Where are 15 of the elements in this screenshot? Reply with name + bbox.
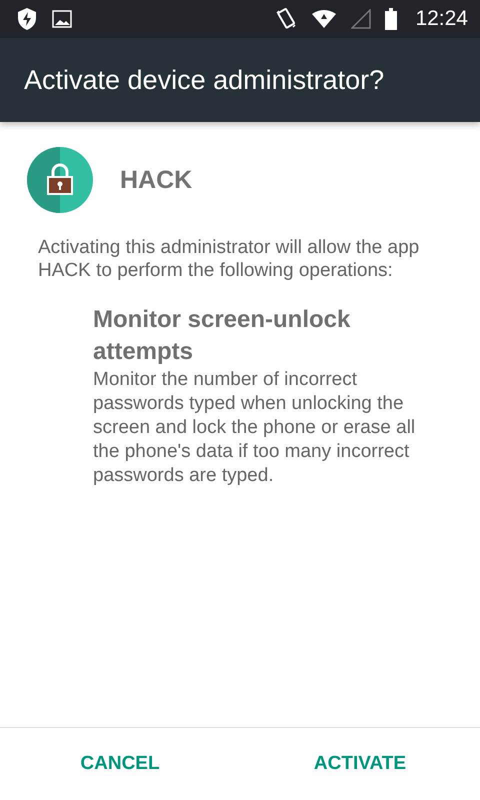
policy-title: Monitor screen-unlock attempts bbox=[93, 305, 352, 367]
clock-time: 12:24 bbox=[415, 7, 468, 31]
battery-icon bbox=[385, 8, 398, 30]
description-text: Activating this administrator will allow the app HACK to perform the following operations: bbox=[38, 236, 420, 282]
shield-icon bbox=[16, 7, 38, 31]
app-name: HACK bbox=[120, 166, 192, 194]
lock-icon bbox=[26, 146, 94, 214]
vibrate-icon bbox=[275, 7, 298, 31]
dialog-title: Activate device administrator? bbox=[24, 64, 384, 96]
wifi-icon bbox=[311, 9, 338, 29]
image-icon bbox=[52, 10, 72, 28]
cancel-button[interactable]: CANCEL bbox=[0, 728, 240, 800]
signal-icon bbox=[351, 9, 372, 29]
activate-button[interactable]: ACTIVATE bbox=[240, 728, 480, 800]
policy-description: Monitor the number of incorrect passwords typed when unlocking the screen and lock the phone or erase all the phone's data if too many incorrect passwords are typed. bbox=[93, 368, 416, 488]
